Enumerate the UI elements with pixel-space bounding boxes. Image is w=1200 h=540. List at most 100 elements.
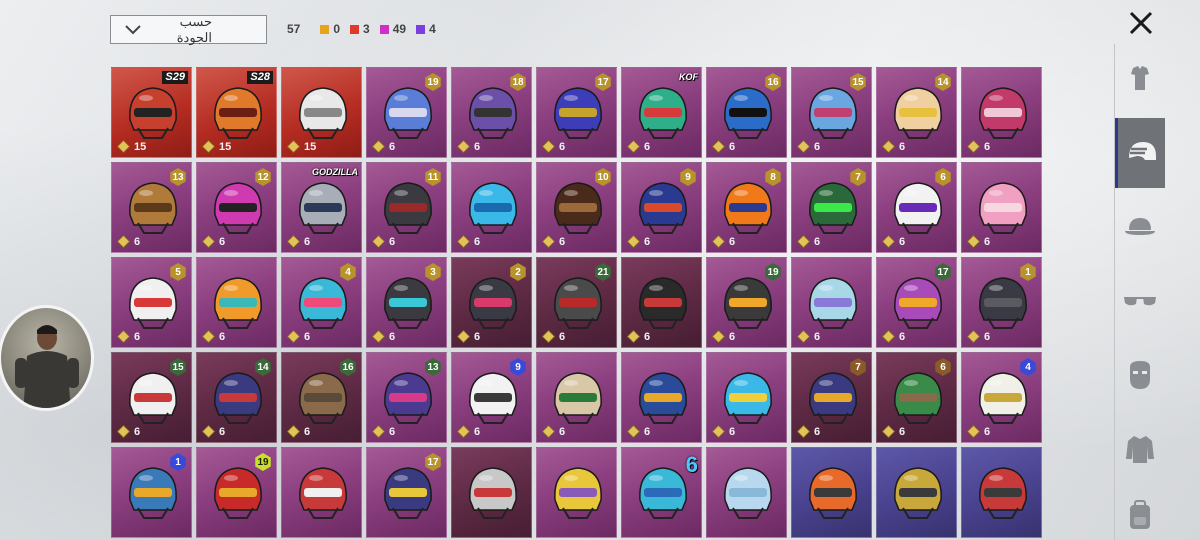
item-tile[interactable]: 6 <box>706 352 787 443</box>
sort-dropdown-label: حسب الجودة <box>176 13 212 45</box>
item-tile[interactable] <box>706 447 787 538</box>
item-points: 6 <box>287 235 310 248</box>
item-tile[interactable]: GODZILLA 6 <box>281 162 362 253</box>
helmet-icon <box>469 372 517 424</box>
item-tile[interactable]: 10 6 <box>536 162 617 253</box>
item-tile[interactable]: 26 <box>451 257 532 348</box>
item-points-value: 6 <box>729 235 736 248</box>
item-points-value: 6 <box>559 330 566 343</box>
item-tile[interactable]: 66 <box>876 352 957 443</box>
item-tile[interactable]: 66 <box>876 162 957 253</box>
points-icon <box>712 140 725 153</box>
epic-swatch <box>379 24 389 34</box>
rail-item-cap[interactable] <box>1115 192 1165 262</box>
item-tile[interactable]: 46 <box>281 257 362 348</box>
item-tile[interactable]: 19 6 <box>706 257 787 348</box>
item-tile[interactable]: 19 6 <box>366 67 447 158</box>
item-tile[interactable]: 17 6 <box>876 257 957 348</box>
item-tile[interactable]: 16 6 <box>706 67 787 158</box>
item-tile[interactable]: 56 <box>111 257 192 348</box>
item-points: 6 <box>627 235 650 248</box>
item-points-value: 6 <box>814 235 821 248</box>
rail-item-mask[interactable] <box>1115 340 1165 410</box>
item-tile[interactable]: 6 <box>451 162 532 253</box>
points-icon <box>882 425 895 438</box>
item-points: 6 <box>372 140 395 153</box>
points-icon <box>712 235 725 248</box>
item-points: 6 <box>967 425 990 438</box>
item-points: 6 <box>372 330 395 343</box>
item-tile[interactable]: 14 6 <box>876 67 957 158</box>
item-tile[interactable]: 46 <box>961 352 1042 443</box>
item-points: 6 <box>797 235 820 248</box>
item-tile[interactable]: 12 6 <box>196 162 277 253</box>
item-points: 6 <box>287 330 310 343</box>
item-points: 6 <box>882 330 905 343</box>
item-tile[interactable]: 17 <box>366 447 447 538</box>
close-button[interactable] <box>1124 6 1158 40</box>
item-points: 15 <box>202 140 231 153</box>
item-tile[interactable]: S29 15 <box>111 67 192 158</box>
item-points: 6 <box>202 235 225 248</box>
item-tile[interactable]: 6 <box>961 162 1042 253</box>
item-tile[interactable]: 6 <box>791 257 872 348</box>
player-avatar[interactable] <box>0 305 94 411</box>
rail-item-helmet[interactable] <box>1115 118 1165 188</box>
item-tile[interactable]: 86 <box>706 162 787 253</box>
item-tile[interactable]: 6 <box>621 447 702 538</box>
item-tile[interactable]: 13 6 <box>111 162 192 253</box>
rail-item-backpack[interactable] <box>1115 480 1165 540</box>
item-points-value: 6 <box>474 235 481 248</box>
item-points: 6 <box>372 235 395 248</box>
item-tile[interactable] <box>451 447 532 538</box>
item-tile[interactable]: 1 <box>111 447 192 538</box>
item-tile[interactable] <box>281 447 362 538</box>
item-tile[interactable]: 15 6 <box>111 352 192 443</box>
points-icon <box>202 140 215 153</box>
item-tile[interactable] <box>536 447 617 538</box>
rail-item-glasses[interactable] <box>1115 266 1165 336</box>
item-tile[interactable]: 96 <box>621 162 702 253</box>
item-tile[interactable]: 15 6 <box>791 67 872 158</box>
item-points-value: 6 <box>389 425 396 438</box>
item-tile[interactable]: 19 <box>196 447 277 538</box>
item-tile[interactable]: 13 6 <box>366 352 447 443</box>
rail-item-outfit[interactable] <box>1115 44 1165 114</box>
item-points: 6 <box>457 140 480 153</box>
rail-item-jacket[interactable] <box>1115 414 1165 484</box>
points-icon <box>712 330 725 343</box>
item-tile[interactable]: 17 6 <box>536 67 617 158</box>
item-tile[interactable]: 76 <box>791 162 872 253</box>
item-tile[interactable]: 16 <box>961 257 1042 348</box>
item-tile[interactable]: 36 <box>366 257 447 348</box>
item-tile[interactable]: 6 <box>621 352 702 443</box>
item-tile[interactable]: 16 6 <box>281 352 362 443</box>
points-icon <box>967 425 980 438</box>
item-tile[interactable]: 15 <box>281 67 362 158</box>
item-points-value: 6 <box>134 330 141 343</box>
item-points: 6 <box>712 235 735 248</box>
item-tile[interactable]: KOF 6 <box>621 67 702 158</box>
item-points: 6 <box>457 330 480 343</box>
item-tile[interactable]: 96 <box>451 352 532 443</box>
item-tile[interactable] <box>961 447 1042 538</box>
item-tile[interactable]: 6 <box>961 67 1042 158</box>
item-tile[interactable]: 18 6 <box>451 67 532 158</box>
helmet-icon <box>469 277 517 329</box>
item-tile[interactable]: 14 6 <box>196 352 277 443</box>
item-tile[interactable]: 11 6 <box>366 162 447 253</box>
item-tile[interactable]: 6 <box>536 352 617 443</box>
item-tile[interactable] <box>791 447 872 538</box>
item-tile[interactable]: 6 <box>196 257 277 348</box>
item-tile[interactable]: 6 <box>621 257 702 348</box>
item-tile[interactable]: 76 <box>791 352 872 443</box>
helmet-icon <box>554 277 602 329</box>
item-tile[interactable]: S28 15 <box>196 67 277 158</box>
helmet-icon <box>384 87 432 139</box>
inventory-grid-viewport[interactable]: S29 15 S28 15 15 19 6 18 6 17 6 KOF 6 16 6 15 6 14 6 6 13 6 12… <box>111 67 1042 540</box>
item-points: 6 <box>712 140 735 153</box>
sort-dropdown[interactable]: حسب الجودة <box>110 13 267 45</box>
item-tile[interactable]: 21 6 <box>536 257 617 348</box>
item-tile[interactable] <box>876 447 957 538</box>
count-legendary: 0 <box>320 22 340 36</box>
